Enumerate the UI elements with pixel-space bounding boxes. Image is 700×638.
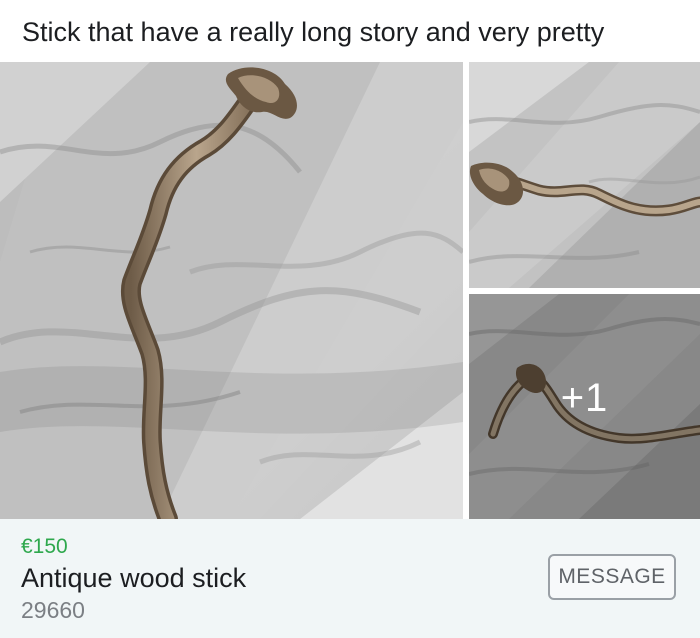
- listing-title: Antique wood stick: [21, 563, 247, 593]
- main-photo[interactable]: [0, 62, 463, 519]
- listing-location: 29660: [21, 597, 85, 623]
- listing-info-bar[interactable]: €150 Antique wood stick 29660 MESSAGE: [0, 519, 700, 638]
- marketplace-post: Stick that have a really long story and …: [0, 0, 700, 638]
- photo-gallery: +1: [0, 62, 700, 519]
- post-caption: Stick that have a really long story and …: [22, 17, 605, 47]
- more-photos-tile[interactable]: +1: [469, 294, 700, 519]
- more-photos-overlay: +1: [469, 294, 700, 519]
- secondary-photo[interactable]: [469, 62, 700, 288]
- more-photos-count: +1: [560, 376, 609, 420]
- stick-photo-image: [0, 62, 463, 519]
- listing-price: €150: [21, 535, 68, 558]
- message-button[interactable]: MESSAGE: [548, 554, 676, 600]
- stick-photo-image: [469, 62, 700, 288]
